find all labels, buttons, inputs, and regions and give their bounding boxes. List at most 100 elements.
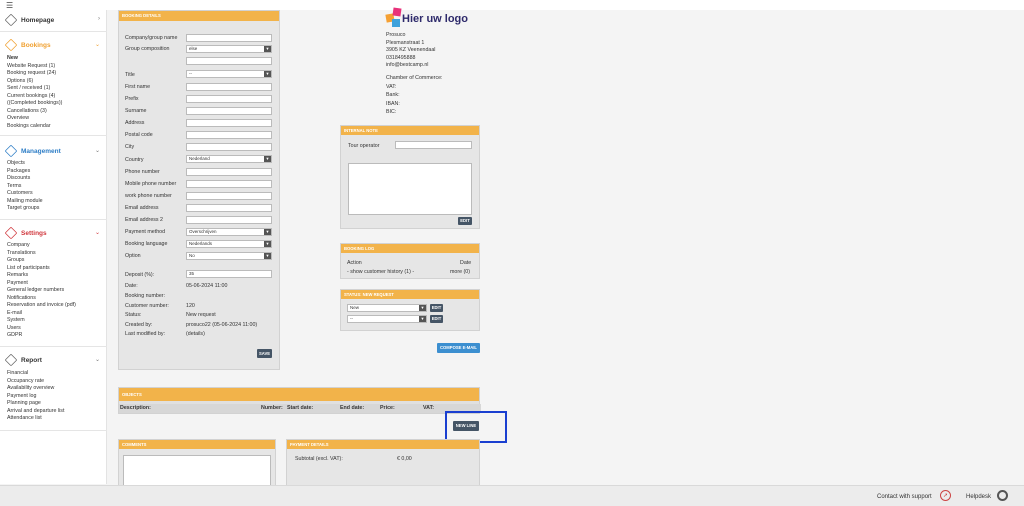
sidebar-homepage[interactable]: Homepage › [4, 13, 105, 28]
footer: Contact with support ➚ Helpdesk [0, 485, 1024, 506]
sidebar-item-report[interactable]: Financial [7, 370, 64, 378]
company-input[interactable] [186, 34, 272, 42]
tour-operator-input[interactable] [395, 141, 472, 149]
sidebar-item-settings[interactable]: Payment [7, 280, 76, 288]
sidebar-item-management[interactable]: Mailing module [7, 198, 43, 206]
status-edit-button[interactable]: EDIT [430, 304, 443, 312]
save-button[interactable]: SAVE [257, 349, 272, 358]
customer-number-label: Customer number: [125, 303, 169, 309]
sidebar-item-management[interactable]: Customers [7, 190, 43, 198]
company-info-line: 3905 KZ Veenendaal [386, 47, 436, 53]
sidebar-item-settings[interactable]: Remarks [7, 272, 76, 280]
objects-column-header: Description: [120, 405, 151, 411]
sidebar-item-management[interactable]: Packages [7, 168, 43, 176]
substatus-select[interactable]: -- ▼ [347, 315, 427, 323]
sidebar-item-settings[interactable]: Groups [7, 257, 76, 265]
sidebar-item-booking[interactable]: Booking request (24) [7, 70, 62, 78]
internal-note-textarea[interactable] [348, 163, 472, 215]
sidebar-item-settings[interactable]: General ledger numbers [7, 287, 76, 295]
mobile-input[interactable] [186, 180, 272, 188]
group-composition-select[interactable]: else ▼ [186, 45, 272, 53]
phone-input[interactable] [186, 168, 272, 176]
sidebar-item-settings[interactable]: Users [7, 325, 76, 333]
sidebar-item-report[interactable]: Payment log [7, 393, 64, 401]
payment-method-select[interactable]: Overschrijven ▼ [186, 228, 272, 236]
menu-icon[interactable]: ☰ [6, 2, 13, 10]
chevron-down-icon: ▼ [264, 46, 271, 52]
compose-email-button[interactable]: COMPOSE E-MAIL [437, 343, 480, 353]
sidebar-item-booking[interactable]: Current bookings (4) [7, 93, 62, 101]
log-date-label: Date [460, 260, 472, 266]
sidebar-item-management[interactable]: Objects [7, 160, 43, 168]
sidebar-item-report[interactable]: Attendance list [7, 415, 64, 423]
prefix-input[interactable] [186, 95, 272, 103]
sidebar-item-report[interactable]: Planning page [7, 400, 64, 408]
postal-code-input[interactable] [186, 131, 272, 139]
work-phone-input[interactable] [186, 192, 272, 200]
sidebar-item-settings[interactable]: Reservation and invoice (pdf) [7, 302, 76, 310]
option-select[interactable]: No ▼ [186, 252, 272, 260]
sidebar-bookings[interactable]: Bookings ⌄ [4, 38, 105, 53]
sidebar-item-report[interactable]: Occupancy rate [7, 378, 64, 386]
sidebar-item-settings[interactable]: List of participants [7, 265, 76, 273]
substatus-edit-button[interactable]: EDIT [430, 315, 443, 323]
sidebar-item-settings[interactable]: Company [7, 242, 76, 250]
city-input[interactable] [186, 143, 272, 151]
company-label: Company/group name [125, 35, 178, 41]
sidebar: Homepage › Bookings ⌄ New Website Request… [0, 10, 107, 484]
sidebar-item-booking[interactable]: Options (6) [7, 78, 62, 86]
booking-language-value: Nederlands [189, 241, 213, 246]
last-modified-label: Last modified by: [125, 331, 166, 337]
sidebar-item-booking[interactable]: Sent / received (1) [7, 85, 62, 93]
booking-details-header: BOOKING DETAILS [119, 11, 279, 21]
sidebar-item-settings[interactable]: Translations [7, 250, 76, 258]
prefix-label: Prefix [125, 96, 139, 102]
sidebar-item-settings[interactable]: System [7, 317, 76, 325]
sidebar-item-settings[interactable]: Notifications [7, 295, 76, 303]
deposit-input[interactable]: 35 [186, 270, 272, 278]
title-select[interactable]: -- ▼ [186, 70, 272, 78]
booking-language-select[interactable]: Nederlands ▼ [186, 240, 272, 248]
address-label: Address [125, 120, 145, 126]
support-rocket-icon[interactable]: ➚ [940, 490, 951, 501]
contact-support-link[interactable]: Contact with support [877, 494, 932, 500]
sidebar-item-management[interactable]: Target groups [7, 205, 43, 213]
last-modified-value[interactable]: (details) [186, 331, 205, 337]
sidebar-settings[interactable]: Settings ⌄ [4, 226, 105, 241]
divider [0, 346, 107, 347]
log-more-link[interactable]: more (0) [450, 269, 470, 275]
helpdesk-lifebuoy-icon[interactable] [997, 490, 1008, 501]
helpdesk-link[interactable]: Helpdesk [966, 494, 991, 500]
show-customer-history-link[interactable]: - show customer history (1) - [347, 269, 414, 275]
sidebar-item-booking[interactable]: Cancellations (3) [7, 108, 62, 116]
objects-column-header: Price: [380, 405, 395, 411]
sidebar-item-settings[interactable]: E-mail [7, 310, 76, 318]
surname-input[interactable] [186, 107, 272, 115]
report-list: Financial Occupancy rate Availability over… [7, 370, 64, 423]
logo-text: Hier uw logo [402, 13, 468, 25]
sidebar-management[interactable]: Management ⌄ [4, 144, 105, 159]
sidebar-item-report[interactable]: Arrival and departure list [7, 408, 64, 416]
email-input[interactable] [186, 204, 272, 212]
internal-note-edit-button[interactable]: EDIT [458, 217, 472, 225]
status-select[interactable]: New ▼ [347, 304, 427, 312]
sidebar-item-booking[interactable]: Bookings calendar [7, 123, 62, 131]
sidebar-item-booking[interactable]: New [7, 55, 62, 63]
address-input[interactable] [186, 119, 272, 127]
sidebar-item-booking[interactable]: ((Completed bookings)) [7, 100, 62, 108]
sidebar-report[interactable]: Report ⌄ [4, 353, 105, 368]
sidebar-item-report[interactable]: Availability overview [7, 385, 64, 393]
sidebar-item-booking[interactable]: Overview [7, 115, 62, 123]
created-by-value: prosuco22 (05-06-2024 11:00) [186, 322, 258, 328]
first-name-input[interactable] [186, 83, 272, 91]
deposit-value: 35 [189, 271, 195, 276]
sidebar-item-settings[interactable]: GDPR [7, 332, 76, 340]
sidebar-item-management[interactable]: Discounts [7, 175, 43, 183]
internal-note-panel: INTERNAL NOTE Tour operator EDIT [340, 125, 480, 229]
country-select[interactable]: Nederland ▼ [186, 155, 272, 163]
email2-input[interactable] [186, 216, 272, 224]
sidebar-item-management[interactable]: Terms [7, 183, 43, 191]
logo: Hier uw logo [385, 7, 468, 30]
sidebar-item-booking[interactable]: Website Request (1) [7, 63, 62, 71]
group-composition-extra-input[interactable] [186, 57, 272, 65]
